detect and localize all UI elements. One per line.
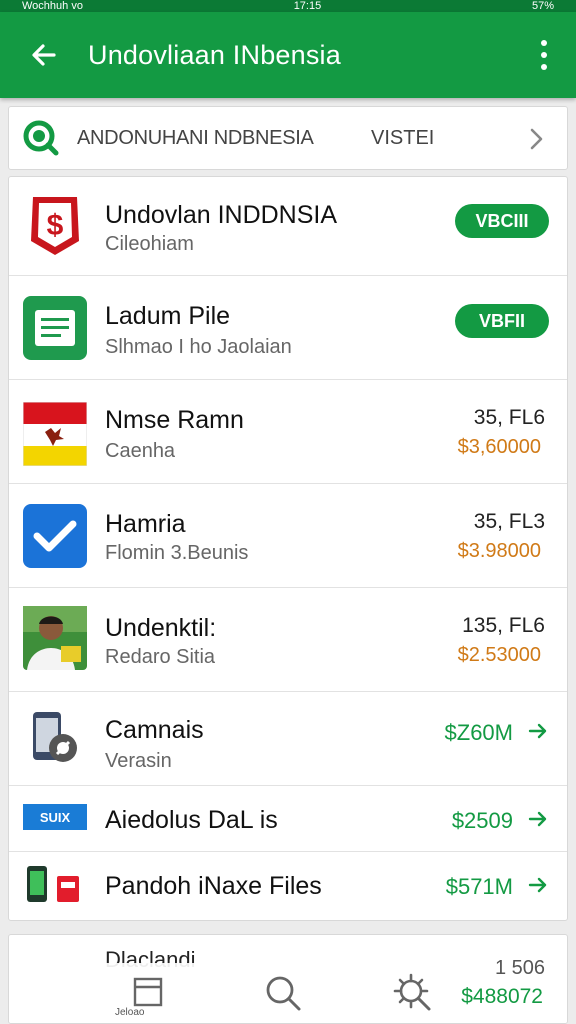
item-subtitle: Cileohiam [105,233,194,255]
item-subtitle: Verasin [105,750,172,772]
phone-gear-icon [33,712,77,762]
search-icon [23,120,59,156]
item-subtitle: Flomin 3.Beunis [105,542,249,564]
item-title: Camnais [105,716,204,744]
item-subtitle: Slhmao I ho Jaolaian [105,336,292,358]
item-subtitle: Caenha [105,440,176,462]
list-item[interactable]: Nmse Ramn Caenha 35, FL6 $3,60000 [9,380,567,484]
list-item[interactable]: Camnais Verasin $Z60M [9,692,567,786]
arrow-right-icon[interactable] [527,720,549,742]
visit-link[interactable]: VISTEI [371,127,434,150]
item-title: Nmse Ramn [105,406,244,434]
results-list: $ Undovlan INDDNSIA Cileohiam VBCIII Lad… [8,176,568,921]
item-amount: $Z60M [444,720,513,745]
page-title: Undovliaan INbensia [88,39,341,70]
item-title: Pandoh iNaxe Files [105,872,322,900]
item-amount: $3.98000 [457,540,541,562]
list-item[interactable]: Undenktil: Redaro Sitia 135, FL6 $2.5300… [9,588,567,692]
status-time: 17:15 [293,0,322,12]
list-item[interactable]: Pandoh iNaxe Files $571M [9,852,567,920]
item-amount: $2509 [451,808,513,833]
search-bar[interactable]: ANDONUHANI NDBNESIA VISTEI [8,106,568,170]
svg-text:$: $ [47,209,64,242]
battery-level: 57% [531,0,554,12]
flag-icon [23,402,87,466]
item-subtitle: Redaro Sitia [105,646,216,668]
document-icon [23,296,87,360]
more-options-icon[interactable] [534,40,554,70]
item-title: Hamria [105,510,186,538]
devices-icon [27,866,79,902]
status-bar: Wochhuh vo 17:15 57% [0,0,576,12]
item-title: Undovlan INDDNSIA [105,201,338,229]
list-item[interactable]: Hamria Flomin 3.Beunis 35, FL3 $3.98000 [9,484,567,588]
bottom-card: Dlaclandi Jeloao 1 506 $488072 [8,934,568,1024]
list-item[interactable]: Ladum Pile Slhmao I ho Jaolaian VBFII [9,276,567,380]
item-title: Ladum Pile [105,302,231,330]
peek-item-amount: $488072 [461,985,543,1008]
back-arrow-icon[interactable] [26,37,62,73]
item-count: 135, FL6 [462,614,545,637]
item-count: 35, FL6 [473,406,545,429]
dollar-shield-icon: $ [31,197,79,255]
settings-gear-icon[interactable] [391,971,435,1015]
nav-label: Jeloao [115,1007,145,1018]
chevron-right-icon[interactable] [523,126,549,152]
search-icon[interactable] [261,971,305,1015]
item-amount: $3,60000 [457,436,541,458]
status-left: Wochhuh vo [22,0,83,12]
brand-label-icon: SUIX [23,804,87,830]
item-action-button[interactable]: VBCIII [455,204,549,238]
search-query: ANDONUHANI NDBNESIA [77,126,314,149]
item-amount: $571M [445,874,513,899]
item-amount: $2.53000 [457,644,541,666]
svg-text:SUIX: SUIX [40,810,71,825]
list-item[interactable]: $ Undovlan INDDNSIA Cileohiam VBCIII [9,177,567,276]
app-bar: Undovliaan INbensia [0,12,576,98]
arrow-right-icon[interactable] [527,808,549,830]
item-action-button[interactable]: VBFII [455,304,549,338]
item-title: Aiedolus DaL is [105,806,278,834]
item-title: Undenktil: [105,614,217,642]
arrow-right-icon[interactable] [527,874,549,896]
item-count: 35, FL3 [473,510,545,533]
checkmark-icon [23,504,87,568]
peek-item-count: 1 506 [494,957,545,979]
person-photo-icon [23,606,87,670]
list-item[interactable]: SUIX Aiedolus DaL is $2509 [9,786,567,852]
